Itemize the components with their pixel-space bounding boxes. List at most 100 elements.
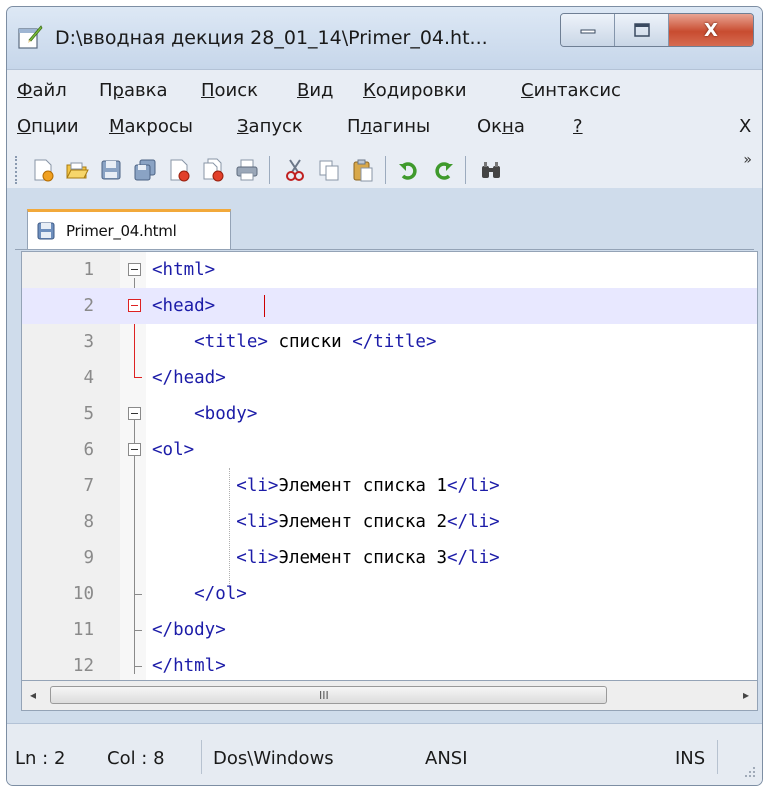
undo-icon[interactable] [397, 158, 421, 182]
status-divider [717, 740, 718, 774]
status-divider [201, 740, 202, 774]
window-title: D:\вводная декция 28_01_14\Primer_04.ht.… [55, 27, 488, 49]
menu-file[interactable]: Файл [17, 80, 67, 101]
print-icon[interactable] [235, 158, 259, 182]
menu-search[interactable]: Поиск [201, 80, 258, 101]
save-icon[interactable] [99, 158, 123, 182]
line-code: <body> [152, 404, 258, 424]
line-number: 9 [83, 548, 94, 568]
line-code: <li>Элемент списка 1</li> [152, 476, 500, 496]
line-code: </head> [152, 368, 226, 388]
fold-toggle[interactable] [128, 407, 141, 420]
tab-primer-04[interactable]: Primer_04.html [27, 209, 231, 249]
notepad-app-icon [18, 25, 43, 49]
minimize-icon [580, 29, 595, 34]
line-code: <ol> [152, 440, 195, 460]
line-number: 10 [72, 584, 94, 604]
line-code: </ol> [152, 584, 247, 604]
line-number: 1 [83, 260, 94, 280]
window-controls: X [560, 13, 754, 47]
minimize-button[interactable] [561, 14, 615, 46]
menu-window[interactable]: Окна [477, 116, 525, 137]
menu-plugins[interactable]: Плагины [347, 116, 430, 137]
copy-icon[interactable] [317, 158, 341, 182]
fold-toggle-active[interactable] [128, 299, 141, 312]
horizontal-scrollbar[interactable]: ◂ III ▸ [21, 681, 758, 711]
cut-icon[interactable] [283, 158, 307, 182]
line-number: 5 [83, 404, 94, 424]
scroll-left-arrow-icon[interactable]: ◂ [30, 688, 36, 702]
menu-edit[interactable]: Правка [99, 80, 168, 101]
menu-help[interactable]: ? [573, 116, 583, 137]
toolbar-separator [385, 156, 386, 184]
status-eol-format: Dos\Windows [213, 748, 334, 769]
open-file-icon[interactable] [65, 158, 89, 182]
toolbar-grip[interactable] [15, 156, 20, 184]
line-code: <li>Элемент списка 2</li> [152, 512, 500, 532]
status-bar: Ln : 2 Col : 8 Dos\Windows ANSI INS [7, 723, 762, 785]
close-all-icon[interactable] [201, 158, 225, 182]
tab-label: Primer_04.html [66, 221, 177, 240]
line-code: </body> [152, 620, 226, 640]
fold-toggle[interactable] [128, 443, 141, 456]
title-bar[interactable]: D:\вводная декция 28_01_14\Primer_04.ht.… [7, 7, 762, 69]
code-line-5: 5 <body> [22, 396, 757, 432]
line-code: <li>Элемент списка 3</li> [152, 548, 500, 568]
saved-file-icon [37, 222, 55, 239]
line-number: 4 [83, 368, 94, 388]
line-number: 2 [83, 296, 94, 316]
code-line-1: 1 <html> [22, 252, 757, 288]
find-icon[interactable] [479, 158, 503, 182]
save-all-icon[interactable] [133, 158, 157, 182]
maximize-icon [633, 23, 650, 37]
tab-strip: Primer_04.html [15, 203, 754, 250]
toolbar-separator [465, 156, 466, 184]
close-file-icon[interactable] [167, 158, 191, 182]
paste-icon[interactable] [351, 158, 375, 182]
status-column: Col : 8 [107, 748, 165, 769]
status-line: Ln : 2 [15, 748, 66, 769]
toolbar: » [13, 150, 756, 190]
line-number: 8 [83, 512, 94, 532]
line-number: 11 [72, 620, 94, 640]
line-number: 7 [83, 476, 94, 496]
scrollbar-thumb[interactable]: III [50, 686, 607, 704]
toolbar-separator [269, 156, 270, 184]
menu-row-1: Файл Правка Поиск Вид Кодировки Синтакси… [13, 80, 756, 110]
menu-bar: Файл Правка Поиск Вид Кодировки Синтакси… [7, 69, 762, 188]
code-line-6: 6 <ol> [22, 432, 757, 468]
line-code: <title> списки </title> [152, 332, 437, 352]
menu-run[interactable]: Запуск [237, 116, 303, 137]
menu-encoding[interactable]: Кодировки [363, 80, 467, 101]
maximize-button[interactable] [615, 14, 669, 46]
status-insert-mode: INS [675, 748, 706, 769]
close-window-button[interactable]: X [669, 14, 753, 46]
resize-grip-icon[interactable] [744, 766, 756, 778]
close-icon: X [704, 19, 718, 41]
code-line-2: 2 <head> [22, 288, 757, 324]
menu-macros[interactable]: Макросы [109, 116, 193, 137]
code-line-9: 9 <li>Элемент списка 3</li> [22, 540, 757, 576]
menu-view[interactable]: Вид [297, 80, 334, 101]
close-document-button[interactable]: X [739, 116, 751, 137]
menu-row-2: Опции Макросы Запуск Плагины Окна ? X [13, 116, 756, 146]
line-number: 3 [83, 332, 94, 352]
code-line-8: 8 <li>Элемент списка 2</li> [22, 504, 757, 540]
code-line-12: 12 </html> [22, 648, 757, 680]
line-code: </html> [152, 656, 226, 676]
code-line-7: 7 <li>Элемент списка 1</li> [22, 468, 757, 504]
redo-icon[interactable] [431, 158, 455, 182]
code-line-10: 10 </ol> [22, 576, 757, 612]
menu-options[interactable]: Опции [17, 116, 79, 137]
scroll-right-arrow-icon[interactable]: ▸ [743, 688, 749, 702]
new-file-icon[interactable] [31, 158, 55, 182]
status-encoding: ANSI [425, 748, 468, 769]
menu-syntax[interactable]: Синтаксис [521, 80, 621, 101]
code-line-11: 11 </body> [22, 612, 757, 648]
code-editor[interactable]: 1 <html> 2 <head> 3 <title> списки </tit… [21, 251, 758, 681]
toolbar-overflow-button[interactable]: » [743, 152, 752, 168]
notepad-window: D:\вводная декция 28_01_14\Primer_04.ht.… [6, 6, 763, 786]
text-caret [264, 295, 265, 317]
line-code: <head> [152, 296, 216, 316]
fold-toggle[interactable] [128, 263, 141, 276]
